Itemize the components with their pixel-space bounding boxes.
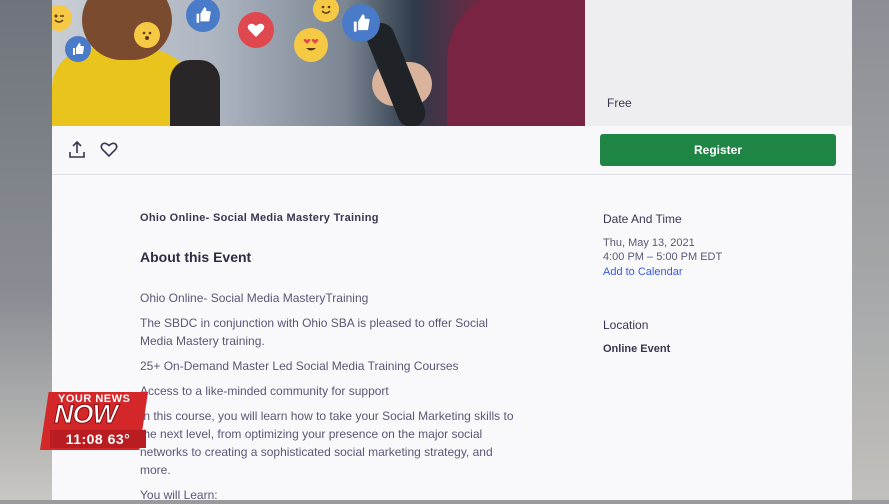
about-paragraph: The SBDC in conjunction with Ohio SBA is… (140, 316, 488, 348)
ticket-price: Free (607, 96, 632, 110)
hero-person-magenta (447, 0, 585, 126)
wink-icon (52, 5, 72, 31)
smile-icon (313, 0, 339, 22)
location-heading: Location (603, 318, 649, 332)
add-to-calendar-link[interactable]: Add to Calendar (603, 265, 683, 279)
surprised-icon (134, 22, 160, 48)
event-page: Free Register Ohio Online- Social Media … (52, 0, 852, 502)
logo-now: NOW (54, 399, 119, 430)
about-paragraph: In this course, you will learn how to ta… (140, 409, 514, 477)
heart-outline-icon[interactable] (98, 139, 120, 161)
event-title: Ohio Online- Social Media Mastery Traini… (140, 212, 379, 224)
share-icon[interactable] (66, 139, 88, 161)
event-location: Online Event (603, 343, 671, 355)
heart-eyes-icon (294, 28, 328, 62)
thumbs-up-icon (65, 36, 91, 62)
clock-temperature: 11:08 63° (50, 430, 146, 448)
event-hero-image (52, 0, 585, 126)
heart-icon (238, 12, 274, 48)
event-time: 4:00 PM – 5:00 PM EDT (603, 251, 723, 263)
date-heading: Date And Time (603, 212, 682, 226)
hero-shoulder (170, 60, 220, 126)
thumbs-up-icon (186, 0, 220, 32)
thumbs-up-icon (342, 4, 380, 42)
background-right (852, 0, 889, 500)
news-station-logo: YOUR NEWS NOW 11:08 63° (40, 392, 148, 450)
about-heading: About this Event (140, 249, 252, 265)
about-paragraph: Access to a like-minded community for su… (140, 384, 389, 398)
about-paragraph: 25+ On-Demand Master Led Social Media Tr… (140, 359, 459, 373)
about-paragraph: Ohio Online- Social Media MasteryTrainin… (140, 291, 369, 305)
about-paragraph: You will Learn: (140, 488, 218, 502)
register-button[interactable]: Register (600, 134, 836, 166)
event-date: Thu, May 13, 2021 (603, 237, 695, 249)
